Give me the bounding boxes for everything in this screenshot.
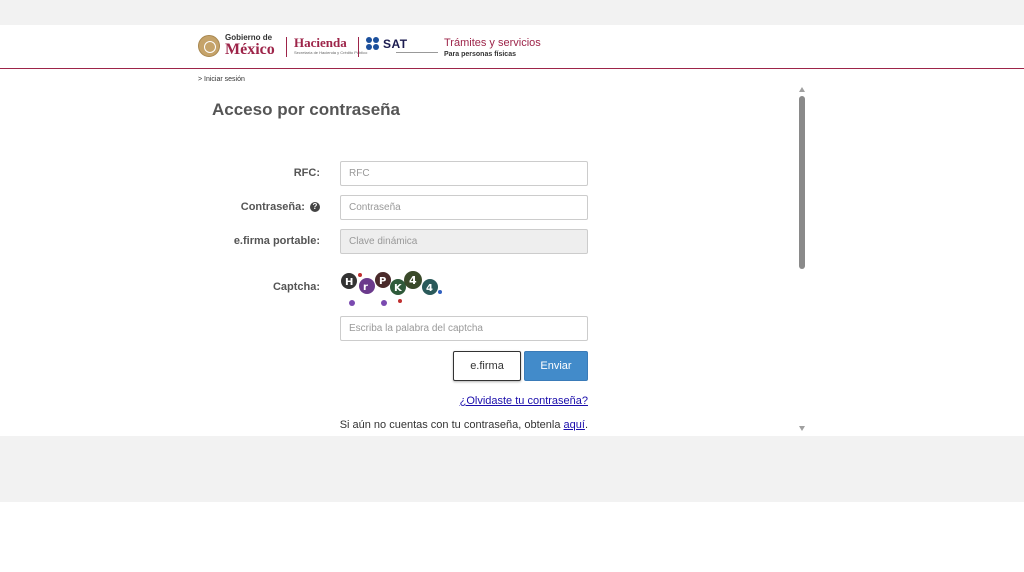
efirma-button[interactable]: e.firma — [453, 351, 521, 381]
gob-big-text: México — [225, 41, 275, 58]
breadcrumb[interactable]: > Iniciar sesión — [198, 76, 245, 83]
password-label-row: Contraseña: ? — [196, 201, 320, 213]
svg-text:4: 4 — [426, 283, 433, 294]
svg-text:r: r — [363, 282, 368, 293]
hacienda-subtext: Secretaría de Hacienda y Crédito Público — [294, 50, 368, 55]
page-title: Acceso por contraseña — [212, 100, 401, 119]
page-footer — [0, 436, 1024, 502]
hacienda-text: Hacienda — [294, 35, 347, 50]
svg-text:4: 4 — [409, 274, 417, 287]
gobierno-mexico-logo[interactable]: Gobierno de México — [198, 34, 275, 58]
scroll-down-icon[interactable] — [799, 426, 805, 431]
submit-button[interactable]: Enviar — [524, 351, 588, 381]
captcha-image: H r P K 4 4 — [341, 271, 442, 306]
no-account-period: . — [584, 419, 588, 431]
tramites-servicios[interactable]: Trámites y servicios Para personas físic… — [444, 37, 541, 59]
obtain-password-link[interactable]: aquí — [564, 419, 585, 431]
top-strip — [0, 0, 1024, 25]
sat-dots-icon — [366, 37, 380, 51]
svg-text:H: H — [345, 277, 353, 288]
no-account-message: Si aún no cuentas con tu contraseña, obt… — [339, 419, 564, 431]
hacienda-logo[interactable]: Hacienda Secretaría de Hacienda y Crédit… — [294, 36, 367, 55]
no-account-text: Si aún no cuentas con tu contraseña, obt… — [340, 419, 588, 431]
rfc-input[interactable]: RFC — [340, 161, 588, 186]
header-separator — [286, 37, 287, 57]
password-input[interactable]: Contraseña — [340, 195, 588, 220]
scrollbar[interactable] — [797, 86, 807, 436]
tramites-title: Trámites y servicios — [444, 37, 541, 49]
rfc-label: RFC: — [293, 167, 320, 179]
svg-text:K: K — [394, 283, 403, 294]
dynamic-key-input: Clave dinámica — [340, 229, 588, 254]
scroll-up-icon[interactable] — [799, 87, 805, 92]
forgot-password-link[interactable]: ¿Olvidaste tu contraseña? — [460, 395, 588, 407]
svg-text:P: P — [379, 276, 386, 287]
password-label: Contraseña: — [240, 201, 305, 213]
sat-text: SAT — [383, 37, 408, 51]
scrollbar-thumb[interactable] — [799, 96, 805, 269]
mexico-seal-icon — [198, 35, 220, 57]
header-separator — [358, 37, 359, 57]
captcha-input[interactable]: Escriba la palabra del captcha — [340, 316, 588, 341]
sat-underline — [396, 52, 438, 53]
question-circle-icon[interactable]: ? — [310, 202, 320, 212]
efirma-portable-label: e.firma portable: — [233, 235, 320, 247]
site-header: Gobierno de México Hacienda Secretaría d… — [0, 25, 1024, 69]
login-frame: > Iniciar sesión Acceso por contraseña R… — [196, 70, 810, 436]
captcha-label: Captcha: — [272, 281, 320, 293]
tramites-subtitle: Para personas físicas — [444, 51, 516, 58]
sat-logo[interactable]: SAT — [366, 37, 408, 51]
